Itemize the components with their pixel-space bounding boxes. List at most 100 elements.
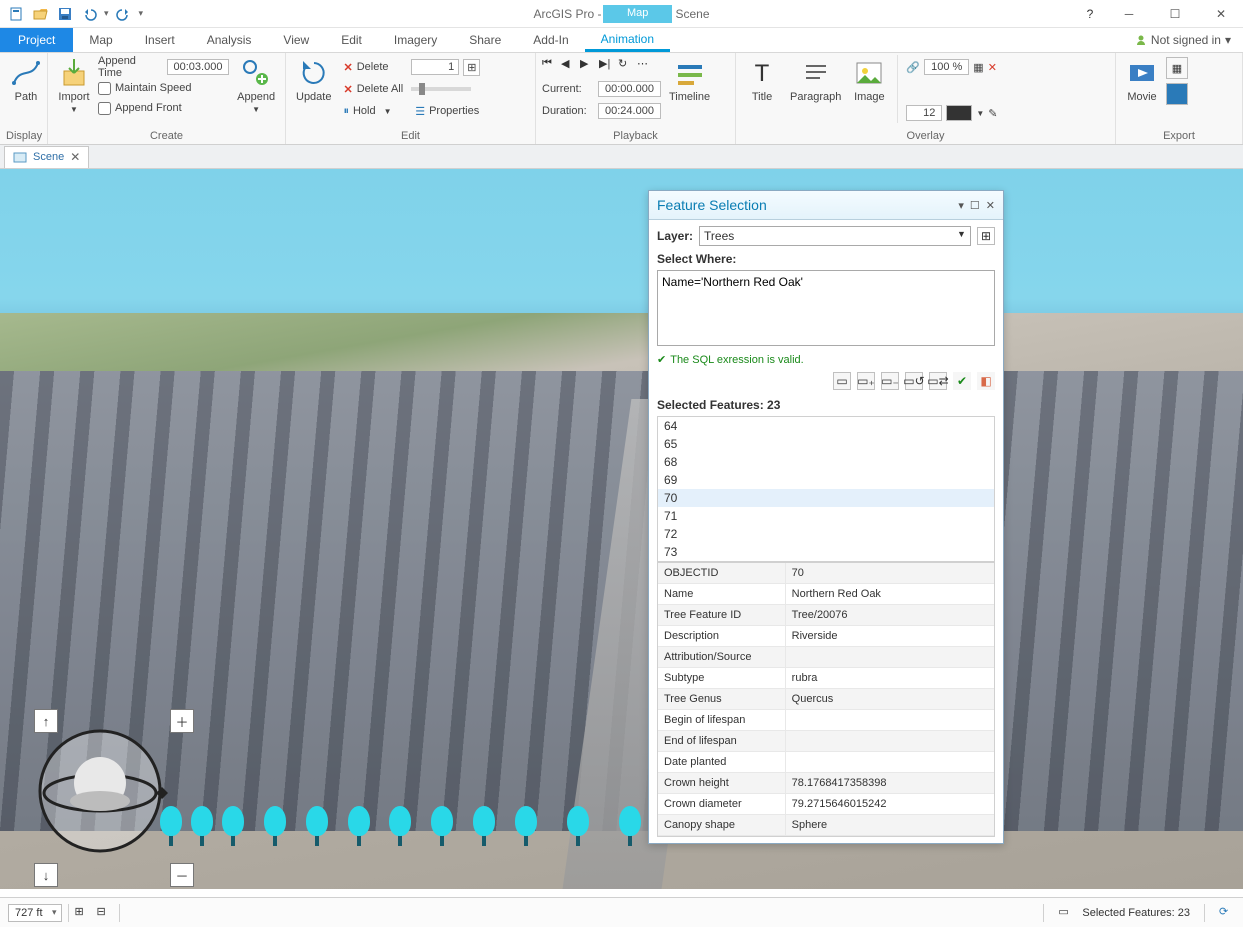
color-picker[interactable] (946, 105, 972, 121)
attr-value[interactable] (786, 710, 994, 730)
tab-edit[interactable]: Edit (325, 28, 378, 52)
feature-list[interactable]: 6465686970717273 (657, 416, 995, 562)
attr-value[interactable]: rubra (786, 668, 994, 688)
prev-frame-icon[interactable]: ◀ (561, 57, 577, 73)
attr-value[interactable]: Northern Red Oak (786, 584, 994, 604)
duration-time[interactable]: 00:24.000 (598, 103, 661, 119)
panel-close-icon[interactable]: ✕ (986, 199, 995, 212)
close-button[interactable]: ✕ (1199, 0, 1243, 28)
close-tab-icon[interactable]: ✕ (70, 150, 80, 164)
image-overlay-button[interactable]: Image (849, 55, 889, 105)
navigator-compass[interactable]: ↑ ↓ ＋ － (30, 721, 170, 861)
panel-maximize-icon[interactable]: ☐ (970, 199, 980, 212)
tab-imagery[interactable]: Imagery (378, 28, 453, 52)
open-icon[interactable] (32, 5, 50, 23)
feature-list-item[interactable]: 71 (658, 507, 994, 525)
tab-map[interactable]: Map (73, 28, 128, 52)
timeline-button[interactable]: Timeline (665, 55, 714, 105)
panel-menu-icon[interactable]: ▾ (958, 199, 964, 212)
frame-number-input[interactable]: 1 (411, 59, 459, 75)
attr-value[interactable]: Riverside (786, 626, 994, 646)
append-front-checkbox[interactable]: Append Front (98, 99, 229, 117)
title-overlay-button[interactable]: TTitle (742, 55, 782, 105)
movie-button[interactable]: Movie (1122, 55, 1162, 105)
feature-list-item[interactable]: 65 (658, 435, 994, 453)
tool-reselect-icon[interactable]: ▭↺ (905, 372, 923, 390)
attr-value[interactable]: 70 (786, 563, 994, 583)
append-time-value[interactable]: 00:03.000 (167, 59, 230, 75)
update-button[interactable]: Update (292, 55, 335, 105)
fontsize-input[interactable]: 12 (906, 105, 942, 121)
tab-view[interactable]: View (267, 28, 325, 52)
scale-input[interactable]: 727 ft (8, 904, 62, 922)
save-icon[interactable] (56, 5, 74, 23)
attr-value[interactable]: 78.1768417358398 (786, 773, 994, 793)
erase-icon[interactable]: ◧ (977, 372, 995, 390)
remove-icon[interactable]: ✕ (988, 61, 997, 74)
tab-share[interactable]: Share (453, 28, 517, 52)
tool-select-icon[interactable]: ▭ (833, 372, 851, 390)
tool-add-icon[interactable]: ▭₊ (857, 372, 875, 390)
new-project-icon[interactable] (8, 5, 26, 23)
tab-animation[interactable]: Animation (585, 28, 670, 52)
path-button[interactable]: Path (6, 55, 46, 105)
nav-zoomin-button[interactable]: ＋ (170, 709, 194, 733)
attr-value[interactable]: 79.2715646015242 (786, 794, 994, 814)
where-clause-input[interactable] (657, 270, 995, 346)
attr-value[interactable] (786, 647, 994, 667)
current-time[interactable]: 00:00.000 (598, 81, 661, 97)
first-frame-icon[interactable]: ⏮ (542, 57, 558, 73)
layer-select[interactable]: Trees▼ (699, 226, 971, 246)
tab-analysis[interactable]: Analysis (191, 28, 268, 52)
preset-icon[interactable]: ▦ (1166, 57, 1188, 79)
maximize-button[interactable]: ☐ (1153, 0, 1197, 28)
feature-list-item[interactable]: 72 (658, 525, 994, 543)
paragraph-overlay-button[interactable]: Paragraph (786, 55, 845, 105)
attr-value[interactable] (786, 731, 994, 751)
clear-format-icon[interactable]: ✎ (988, 107, 997, 120)
frame-picker-icon[interactable]: ⊞ (463, 59, 480, 76)
selection-status-icon[interactable]: ▭ (1058, 905, 1074, 921)
apply-icon[interactable]: ✔ (953, 372, 971, 390)
scene-viewport[interactable]: ↑ ↓ ＋ － (0, 169, 1243, 889)
tool-switch-icon[interactable]: ▭⇄ (929, 372, 947, 390)
grid-status-icon[interactable]: ⊟ (97, 905, 113, 921)
feature-list-item[interactable]: 69 (658, 471, 994, 489)
link-icon[interactable]: 🔗 (906, 61, 920, 74)
layer-picker-icon[interactable]: ⊞ (977, 227, 995, 245)
feature-list-item[interactable]: 73 (658, 543, 994, 561)
hold-button[interactable]: ⏸Hold▼ (339, 101, 407, 121)
help-icon[interactable]: ? (1075, 7, 1105, 21)
preset2-icon[interactable] (1166, 83, 1188, 105)
delete-button[interactable]: ✕Delete (339, 57, 407, 77)
snap-icon[interactable]: ⊞ (75, 905, 91, 921)
maintain-speed-checkbox[interactable]: Maintain Speed (98, 79, 229, 97)
play-icon[interactable]: ▶ (580, 57, 596, 73)
project-tab[interactable]: Project (0, 28, 73, 52)
grid-icon[interactable]: ▦ (973, 61, 983, 74)
next-frame-icon[interactable]: ▶| (599, 57, 615, 73)
tab-insert[interactable]: Insert (129, 28, 191, 52)
properties-button[interactable]: ☰Properties (411, 101, 483, 121)
attr-value[interactable]: Quercus (786, 689, 994, 709)
feature-list-item[interactable]: 70 (658, 489, 994, 507)
nav-up-button[interactable]: ↑ (34, 709, 58, 733)
zoom-slider[interactable] (411, 87, 471, 91)
tab-addin[interactable]: Add-In (517, 28, 584, 52)
nav-down-button[interactable]: ↓ (34, 863, 58, 887)
delete-all-button[interactable]: ✕Delete All (339, 79, 407, 99)
options-icon[interactable]: ⋯ (637, 57, 653, 73)
feature-list-item[interactable]: 68 (658, 453, 994, 471)
signin-status[interactable]: Not signed in ▾ (1135, 33, 1243, 47)
append-button[interactable]: Append▼ (233, 55, 279, 116)
attr-value[interactable]: Sphere (786, 815, 994, 835)
minimize-button[interactable]: ─ (1107, 0, 1151, 28)
redo-icon[interactable] (115, 5, 133, 23)
refresh-icon[interactable]: ⟳ (1219, 905, 1235, 921)
attr-value[interactable] (786, 752, 994, 772)
nav-zoomout-button[interactable]: － (170, 863, 194, 887)
attr-value[interactable]: Tree/20076 (786, 605, 994, 625)
scene-tab[interactable]: Scene ✕ (4, 146, 89, 168)
loop-icon[interactable]: ↻ (618, 57, 634, 73)
feature-list-item[interactable]: 64 (658, 417, 994, 435)
